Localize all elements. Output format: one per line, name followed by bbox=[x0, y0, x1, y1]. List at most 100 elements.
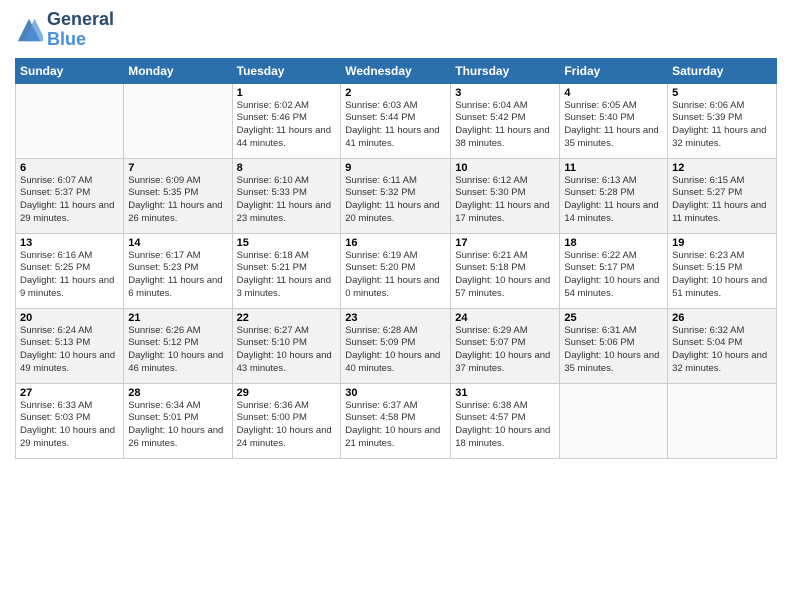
header: GeneralBlue bbox=[15, 10, 777, 50]
week-row-1: 1Sunrise: 6:02 AM Sunset: 5:46 PM Daylig… bbox=[16, 83, 777, 158]
day-info: Sunrise: 6:07 AM Sunset: 5:37 PM Dayligh… bbox=[20, 175, 119, 226]
calendar-cell: 30Sunrise: 6:37 AM Sunset: 4:58 PM Dayli… bbox=[341, 383, 451, 458]
day-info: Sunrise: 6:33 AM Sunset: 5:03 PM Dayligh… bbox=[20, 400, 119, 451]
day-number: 12 bbox=[672, 162, 772, 174]
day-number: 25 bbox=[564, 312, 663, 324]
day-number: 5 bbox=[672, 87, 772, 99]
day-number: 30 bbox=[345, 387, 446, 399]
calendar-cell: 27Sunrise: 6:33 AM Sunset: 5:03 PM Dayli… bbox=[16, 383, 124, 458]
day-number: 6 bbox=[20, 162, 119, 174]
day-number: 8 bbox=[237, 162, 337, 174]
day-number: 4 bbox=[564, 87, 663, 99]
calendar-cell: 13Sunrise: 6:16 AM Sunset: 5:25 PM Dayli… bbox=[16, 233, 124, 308]
day-number: 29 bbox=[237, 387, 337, 399]
calendar-cell: 4Sunrise: 6:05 AM Sunset: 5:40 PM Daylig… bbox=[560, 83, 668, 158]
logo: GeneralBlue bbox=[15, 10, 114, 50]
week-row-4: 20Sunrise: 6:24 AM Sunset: 5:13 PM Dayli… bbox=[16, 308, 777, 383]
header-saturday: Saturday bbox=[668, 58, 777, 83]
day-info: Sunrise: 6:16 AM Sunset: 5:25 PM Dayligh… bbox=[20, 250, 119, 301]
calendar-cell: 23Sunrise: 6:28 AM Sunset: 5:09 PM Dayli… bbox=[341, 308, 451, 383]
calendar-cell: 11Sunrise: 6:13 AM Sunset: 5:28 PM Dayli… bbox=[560, 158, 668, 233]
header-tuesday: Tuesday bbox=[232, 58, 341, 83]
day-info: Sunrise: 6:37 AM Sunset: 4:58 PM Dayligh… bbox=[345, 400, 446, 451]
day-number: 2 bbox=[345, 87, 446, 99]
calendar-cell: 2Sunrise: 6:03 AM Sunset: 5:44 PM Daylig… bbox=[341, 83, 451, 158]
header-friday: Friday bbox=[560, 58, 668, 83]
day-number: 1 bbox=[237, 87, 337, 99]
calendar-cell: 19Sunrise: 6:23 AM Sunset: 5:15 PM Dayli… bbox=[668, 233, 777, 308]
header-monday: Monday bbox=[124, 58, 232, 83]
calendar-cell: 6Sunrise: 6:07 AM Sunset: 5:37 PM Daylig… bbox=[16, 158, 124, 233]
day-number: 31 bbox=[455, 387, 555, 399]
calendar-cell: 29Sunrise: 6:36 AM Sunset: 5:00 PM Dayli… bbox=[232, 383, 341, 458]
day-info: Sunrise: 6:10 AM Sunset: 5:33 PM Dayligh… bbox=[237, 175, 337, 226]
day-info: Sunrise: 6:11 AM Sunset: 5:32 PM Dayligh… bbox=[345, 175, 446, 226]
day-info: Sunrise: 6:38 AM Sunset: 4:57 PM Dayligh… bbox=[455, 400, 555, 451]
week-row-3: 13Sunrise: 6:16 AM Sunset: 5:25 PM Dayli… bbox=[16, 233, 777, 308]
day-info: Sunrise: 6:32 AM Sunset: 5:04 PM Dayligh… bbox=[672, 325, 772, 376]
day-number: 21 bbox=[128, 312, 227, 324]
calendar-cell: 17Sunrise: 6:21 AM Sunset: 5:18 PM Dayli… bbox=[451, 233, 560, 308]
calendar-cell: 5Sunrise: 6:06 AM Sunset: 5:39 PM Daylig… bbox=[668, 83, 777, 158]
day-info: Sunrise: 6:19 AM Sunset: 5:20 PM Dayligh… bbox=[345, 250, 446, 301]
day-info: Sunrise: 6:29 AM Sunset: 5:07 PM Dayligh… bbox=[455, 325, 555, 376]
day-info: Sunrise: 6:26 AM Sunset: 5:12 PM Dayligh… bbox=[128, 325, 227, 376]
header-wednesday: Wednesday bbox=[341, 58, 451, 83]
day-info: Sunrise: 6:27 AM Sunset: 5:10 PM Dayligh… bbox=[237, 325, 337, 376]
calendar: SundayMondayTuesdayWednesdayThursdayFrid… bbox=[15, 58, 777, 459]
day-info: Sunrise: 6:05 AM Sunset: 5:40 PM Dayligh… bbox=[564, 100, 663, 151]
day-info: Sunrise: 6:06 AM Sunset: 5:39 PM Dayligh… bbox=[672, 100, 772, 151]
header-thursday: Thursday bbox=[451, 58, 560, 83]
day-info: Sunrise: 6:18 AM Sunset: 5:21 PM Dayligh… bbox=[237, 250, 337, 301]
day-number: 10 bbox=[455, 162, 555, 174]
day-info: Sunrise: 6:03 AM Sunset: 5:44 PM Dayligh… bbox=[345, 100, 446, 151]
calendar-cell: 31Sunrise: 6:38 AM Sunset: 4:57 PM Dayli… bbox=[451, 383, 560, 458]
calendar-cell bbox=[124, 83, 232, 158]
day-number: 24 bbox=[455, 312, 555, 324]
day-number: 15 bbox=[237, 237, 337, 249]
calendar-cell: 15Sunrise: 6:18 AM Sunset: 5:21 PM Dayli… bbox=[232, 233, 341, 308]
calendar-cell: 18Sunrise: 6:22 AM Sunset: 5:17 PM Dayli… bbox=[560, 233, 668, 308]
calendar-cell: 24Sunrise: 6:29 AM Sunset: 5:07 PM Dayli… bbox=[451, 308, 560, 383]
day-info: Sunrise: 6:02 AM Sunset: 5:46 PM Dayligh… bbox=[237, 100, 337, 151]
day-number: 28 bbox=[128, 387, 227, 399]
day-info: Sunrise: 6:12 AM Sunset: 5:30 PM Dayligh… bbox=[455, 175, 555, 226]
day-info: Sunrise: 6:23 AM Sunset: 5:15 PM Dayligh… bbox=[672, 250, 772, 301]
day-info: Sunrise: 6:28 AM Sunset: 5:09 PM Dayligh… bbox=[345, 325, 446, 376]
day-info: Sunrise: 6:04 AM Sunset: 5:42 PM Dayligh… bbox=[455, 100, 555, 151]
calendar-cell: 7Sunrise: 6:09 AM Sunset: 5:35 PM Daylig… bbox=[124, 158, 232, 233]
calendar-cell bbox=[560, 383, 668, 458]
day-info: Sunrise: 6:09 AM Sunset: 5:35 PM Dayligh… bbox=[128, 175, 227, 226]
day-number: 13 bbox=[20, 237, 119, 249]
day-info: Sunrise: 6:22 AM Sunset: 5:17 PM Dayligh… bbox=[564, 250, 663, 301]
calendar-cell: 14Sunrise: 6:17 AM Sunset: 5:23 PM Dayli… bbox=[124, 233, 232, 308]
calendar-cell: 1Sunrise: 6:02 AM Sunset: 5:46 PM Daylig… bbox=[232, 83, 341, 158]
day-number: 18 bbox=[564, 237, 663, 249]
day-number: 26 bbox=[672, 312, 772, 324]
day-number: 14 bbox=[128, 237, 227, 249]
calendar-cell: 3Sunrise: 6:04 AM Sunset: 5:42 PM Daylig… bbox=[451, 83, 560, 158]
day-number: 22 bbox=[237, 312, 337, 324]
calendar-cell bbox=[668, 383, 777, 458]
calendar-cell: 22Sunrise: 6:27 AM Sunset: 5:10 PM Dayli… bbox=[232, 308, 341, 383]
day-number: 19 bbox=[672, 237, 772, 249]
week-row-5: 27Sunrise: 6:33 AM Sunset: 5:03 PM Dayli… bbox=[16, 383, 777, 458]
calendar-cell: 10Sunrise: 6:12 AM Sunset: 5:30 PM Dayli… bbox=[451, 158, 560, 233]
day-number: 7 bbox=[128, 162, 227, 174]
day-number: 27 bbox=[20, 387, 119, 399]
calendar-cell: 12Sunrise: 6:15 AM Sunset: 5:27 PM Dayli… bbox=[668, 158, 777, 233]
calendar-cell: 21Sunrise: 6:26 AM Sunset: 5:12 PM Dayli… bbox=[124, 308, 232, 383]
day-number: 16 bbox=[345, 237, 446, 249]
calendar-cell: 8Sunrise: 6:10 AM Sunset: 5:33 PM Daylig… bbox=[232, 158, 341, 233]
day-info: Sunrise: 6:31 AM Sunset: 5:06 PM Dayligh… bbox=[564, 325, 663, 376]
header-sunday: Sunday bbox=[16, 58, 124, 83]
day-number: 20 bbox=[20, 312, 119, 324]
calendar-header-row: SundayMondayTuesdayWednesdayThursdayFrid… bbox=[16, 58, 777, 83]
calendar-cell: 16Sunrise: 6:19 AM Sunset: 5:20 PM Dayli… bbox=[341, 233, 451, 308]
day-number: 11 bbox=[564, 162, 663, 174]
day-info: Sunrise: 6:24 AM Sunset: 5:13 PM Dayligh… bbox=[20, 325, 119, 376]
day-info: Sunrise: 6:36 AM Sunset: 5:00 PM Dayligh… bbox=[237, 400, 337, 451]
calendar-cell: 25Sunrise: 6:31 AM Sunset: 5:06 PM Dayli… bbox=[560, 308, 668, 383]
page: GeneralBlue SundayMondayTuesdayWednesday… bbox=[0, 0, 792, 612]
day-number: 3 bbox=[455, 87, 555, 99]
